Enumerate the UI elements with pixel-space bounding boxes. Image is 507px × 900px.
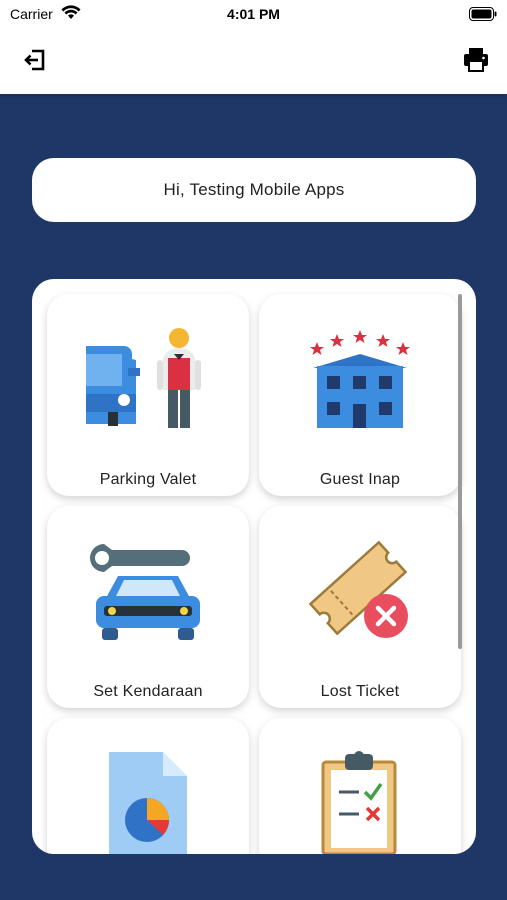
- app-bar: [0, 30, 507, 94]
- lost-ticket-icon: [259, 536, 461, 646]
- car-wrench-icon: [47, 536, 249, 646]
- menu-tile-guest-inap[interactable]: Guest Inap: [259, 294, 461, 496]
- tile-label: Lost Ticket: [320, 683, 400, 700]
- menu-grid: Parking Valet Guest Inap Set Kendaraan L…: [32, 279, 476, 854]
- tile-label: Guest Inap: [319, 471, 401, 488]
- menu-tile-checklist[interactable]: [259, 718, 461, 854]
- menu-tile-parking-valet[interactable]: Parking Valet: [47, 294, 249, 496]
- battery-icon: [469, 7, 497, 24]
- valet-icon: [47, 324, 249, 434]
- tile-label: Set Kendaraan: [93, 683, 203, 700]
- clock: 4:01 PM: [227, 6, 280, 22]
- greeting-card: Hi, Testing Mobile Apps: [32, 158, 476, 222]
- menu-tile-report[interactable]: [47, 718, 249, 854]
- printer-icon[interactable]: [462, 46, 490, 74]
- logout-icon[interactable]: [21, 46, 49, 74]
- tile-label: Parking Valet: [99, 471, 197, 488]
- hotel-icon: [259, 324, 461, 434]
- menu-tile-lost-ticket[interactable]: Lost Ticket: [259, 506, 461, 708]
- checklist-icon: [259, 748, 461, 854]
- menu-tile-set-kendaraan[interactable]: Set Kendaraan: [47, 506, 249, 708]
- report-chart-icon: [47, 748, 249, 854]
- status-bar: Carrier 4:01 PM: [0, 0, 507, 30]
- scrollbar[interactable]: [458, 294, 462, 649]
